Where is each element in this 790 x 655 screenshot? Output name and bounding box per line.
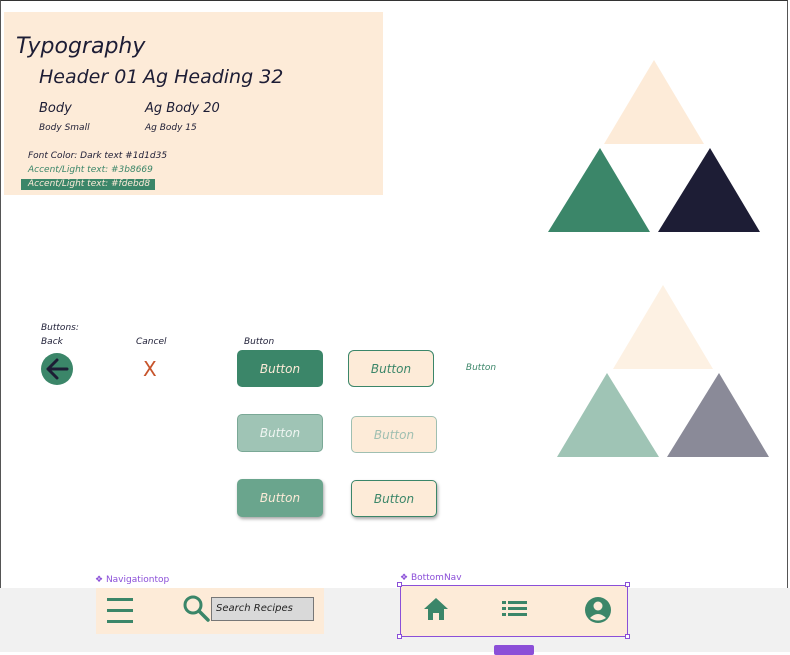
arrow-left-icon — [46, 358, 69, 380]
resize-handle-bottom-left[interactable] — [397, 634, 402, 639]
back-label: Back — [41, 337, 63, 347]
menu-icon[interactable] — [106, 597, 134, 624]
cancel-button[interactable]: X — [143, 357, 157, 381]
primary-button-disabled[interactable]: Button — [237, 414, 323, 452]
bottom-nav — [400, 585, 628, 637]
secondary-button-disabled[interactable]: Button — [351, 416, 437, 453]
body-small-label: Body Small — [39, 123, 90, 133]
typography-title: Typography — [16, 34, 146, 59]
palette-dark-triangle — [658, 148, 760, 232]
accent-light-note: Accent/Light text: #fdebd8 — [21, 179, 155, 190]
body-sample: Ag Body 20 — [145, 101, 220, 116]
cancel-label: Cancel — [136, 337, 167, 347]
palette-light-triangle — [604, 60, 704, 144]
body-label: Body — [39, 101, 72, 116]
palette-accent-muted-triangle — [557, 373, 659, 457]
search-input[interactable]: Search Recipes — [211, 597, 314, 621]
resize-handle-top-right[interactable] — [625, 582, 630, 587]
secondary-button-pressed[interactable]: Button — [351, 480, 437, 517]
primary-button[interactable]: Button — [237, 350, 323, 387]
body-small-sample: Ag Body 15 — [145, 123, 197, 133]
resize-handle-bottom-right[interactable] — [625, 634, 630, 639]
back-button[interactable] — [41, 353, 73, 385]
secondary-button[interactable]: Button — [348, 350, 434, 387]
close-icon: X — [143, 357, 157, 381]
component-icon: ❖ — [95, 575, 106, 585]
button-label: Button — [244, 337, 275, 347]
header-sample: Ag Heading 32 — [143, 66, 284, 88]
home-icon[interactable] — [422, 596, 450, 622]
accent-note: Accent/Light text: #3b8669 — [28, 165, 153, 175]
search-icon[interactable] — [182, 594, 210, 622]
primary-button-pressed[interactable]: Button — [237, 479, 323, 517]
palette-dark-muted-triangle — [667, 373, 769, 457]
resize-handle-top-left[interactable] — [397, 582, 402, 587]
account-icon[interactable] — [584, 596, 612, 624]
size-indicator — [494, 645, 534, 655]
header-label: Header 01 — [39, 66, 139, 88]
text-button[interactable]: Button — [462, 360, 500, 376]
color-palette-triangles — [548, 60, 760, 232]
typography-card: Typography Header 01 Ag Heading 32 Body … — [4, 12, 383, 195]
buttons-heading: Buttons: — [41, 323, 79, 333]
bottomnav-component-label: ❖ BottomNav — [400, 573, 462, 583]
palette-accent-triangle — [548, 148, 650, 232]
muted-palette-triangles — [557, 285, 769, 457]
palette-light-muted-triangle — [613, 285, 713, 369]
navigationtop-component-label: ❖ Navigationtop — [95, 575, 170, 585]
font-color-note: Font Color: Dark text #1d1d35 — [28, 151, 168, 161]
list-icon[interactable] — [502, 600, 528, 618]
